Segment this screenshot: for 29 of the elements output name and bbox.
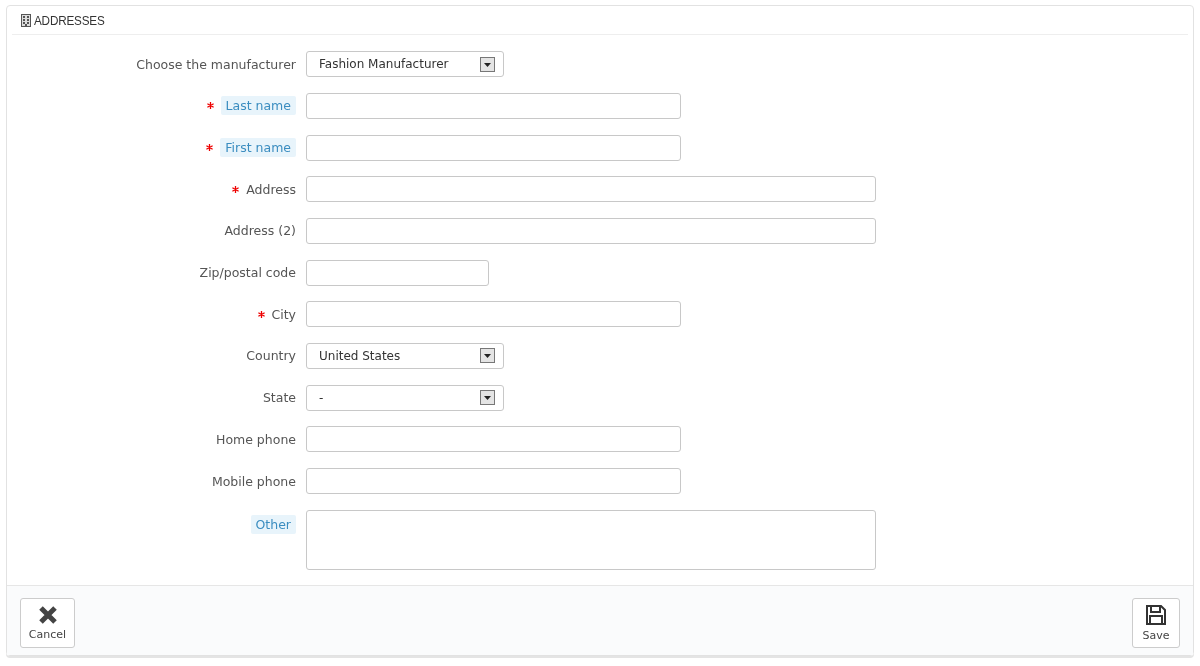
input-field[interactable] [306,468,681,495]
field-label: Choose the manufacturer [136,56,296,72]
field-label: Last name [220,96,296,116]
input-field[interactable] [306,217,876,244]
input-field[interactable] [306,259,489,286]
input-field[interactable] [306,426,681,453]
input-field[interactable] [306,301,681,328]
field-label: First name [220,138,296,158]
field-label: Home phone [216,431,296,447]
dropdown[interactable]: United States [306,343,504,369]
dropdown[interactable]: Fashion Manufacturer [306,51,504,78]
text-area[interactable] [306,509,876,570]
field-label: Country [246,348,296,364]
field-label: City [271,306,296,322]
field-label: Zip/postal code [199,265,296,281]
cancel-button[interactable]: Cancel [20,597,75,648]
panel-title: ADDRESSES [34,12,105,28]
field-label: State [262,390,296,406]
field-label: Other [250,514,296,534]
field-label: Mobile phone [211,473,296,489]
field-label: Address [246,181,296,197]
close-icon [37,604,58,625]
input-field[interactable] [306,176,876,203]
input-field[interactable] [306,92,681,119]
save-button[interactable]: Save [1132,597,1180,648]
dropdown[interactable]: - [306,384,504,411]
field-label: Address (2) [224,223,296,239]
building-icon [21,13,31,27]
input-field[interactable] [306,134,681,161]
